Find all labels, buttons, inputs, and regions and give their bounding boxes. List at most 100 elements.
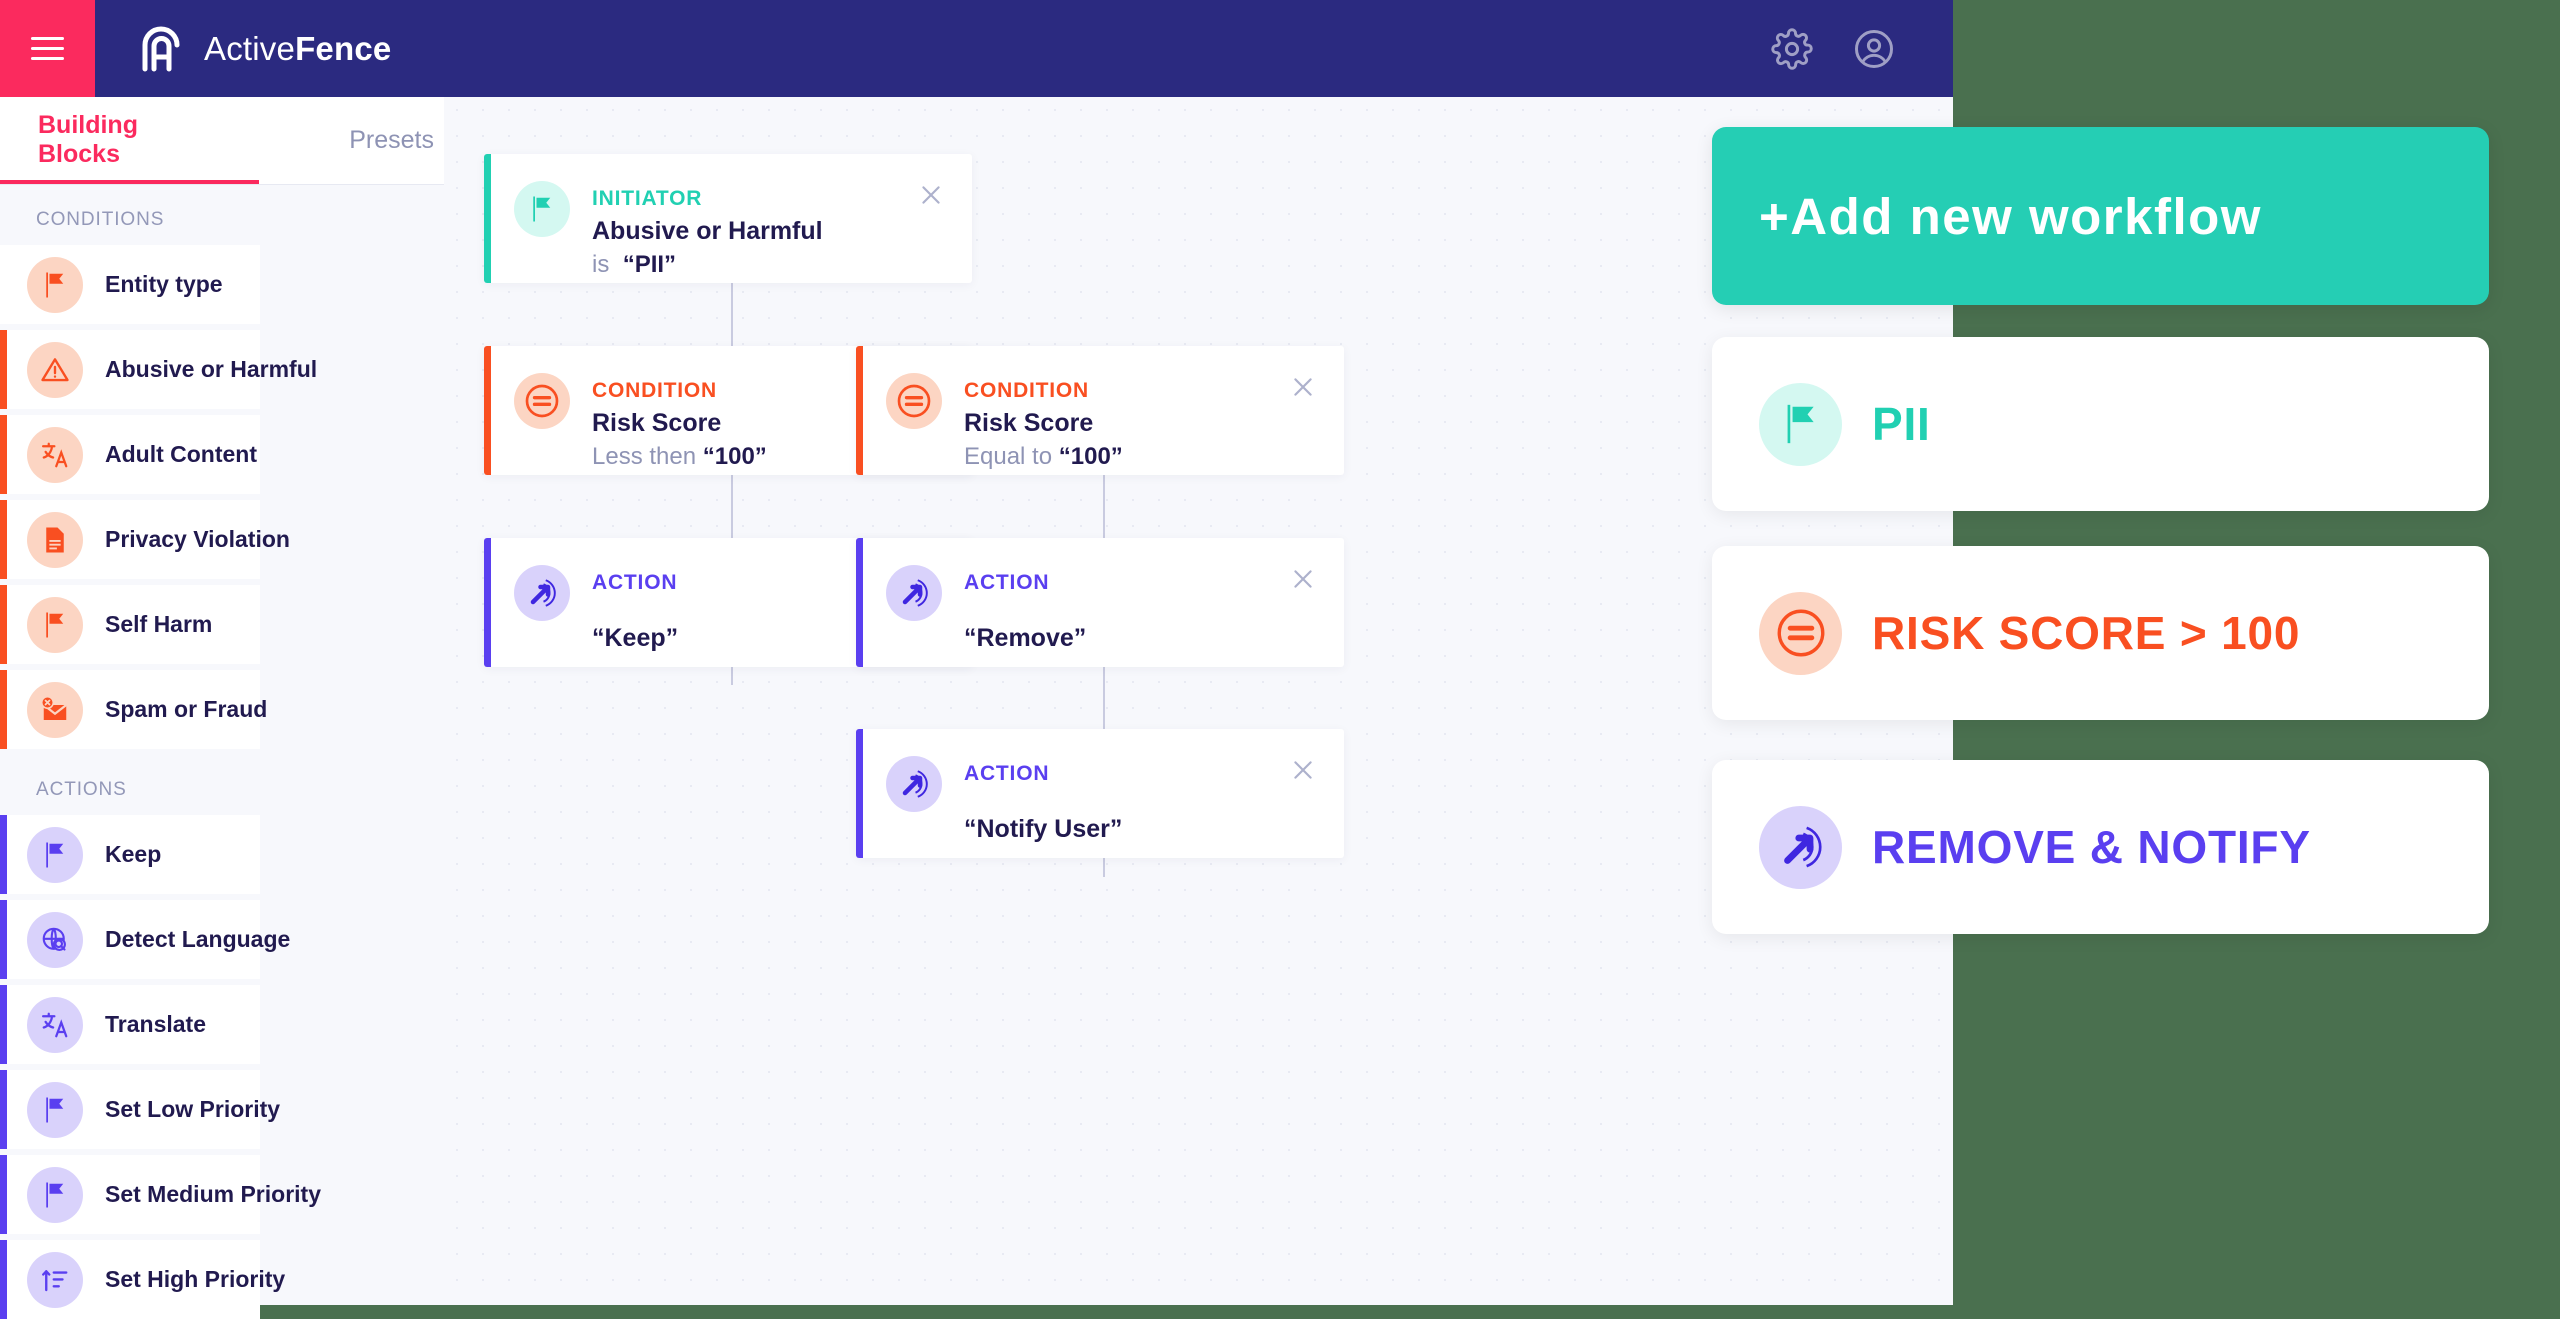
sidebar-item-label: Set High Priority — [105, 1266, 286, 1292]
sidebar-item-set-low-priority[interactable]: Set Low Priority — [0, 1070, 280, 1149]
app-header: ActiveFence — [0, 0, 1953, 97]
translate-icon — [27, 426, 83, 483]
accent-bar — [856, 729, 863, 858]
brand-name-light: Active — [204, 29, 296, 67]
accent-bar — [0, 815, 7, 894]
workflow-card-risk-score[interactable]: RISK SCORE > 100 — [1712, 546, 2489, 720]
node-operator: Less then — [592, 443, 697, 470]
globe-search-icon — [27, 911, 83, 968]
tab-building-blocks[interactable]: Building Blocks — [0, 96, 260, 184]
node-operator: Equal to — [964, 443, 1053, 470]
equals-circle-icon — [886, 373, 942, 429]
node-title: Risk Score — [964, 409, 1094, 437]
add-new-workflow-label: +Add new workflow — [1759, 187, 2262, 245]
sidebar-tabs: Building Blocks Presets — [0, 97, 444, 185]
sidebar-item-translate[interactable]: Translate — [0, 985, 260, 1064]
add-new-workflow-button[interactable]: +Add new workflow — [1712, 127, 2489, 305]
accent-bar — [0, 900, 7, 979]
translate-icon — [27, 996, 83, 1053]
node-initiator[interactable]: INITIATOR Abusive or Harmful is “PII” — [484, 154, 972, 283]
accent-bar — [0, 245, 7, 324]
sidebar-item-label: Set Medium Priority — [105, 1181, 321, 1207]
sidebar-item-detect-language[interactable]: Detect Language — [0, 900, 290, 979]
workflow-card-label: REMOVE & NOTIFY — [1872, 821, 2311, 873]
accent-bar — [856, 346, 863, 475]
accent-bar — [0, 670, 7, 749]
hamburger-icon — [31, 37, 64, 60]
section-label-conditions: CONDITIONS — [0, 185, 260, 245]
accent-bar — [0, 585, 7, 664]
sidebar-item-abusive-or-harmful[interactable]: Abusive or Harmful — [0, 330, 317, 409]
header-actions — [1771, 27, 1895, 70]
node-subtitle: is “PII” — [592, 251, 676, 279]
sidebar-item-adult-content[interactable]: Adult Content — [0, 415, 260, 494]
activefence-logo-icon — [142, 26, 180, 71]
close-icon[interactable] — [918, 182, 944, 208]
equals-circle-icon — [1759, 591, 1842, 675]
gear-icon[interactable] — [1771, 27, 1813, 70]
brand-logo: ActiveFence — [135, 23, 391, 75]
accent-bar — [484, 538, 491, 667]
brand-name-bold: Fence — [295, 29, 392, 67]
close-icon[interactable] — [1290, 757, 1316, 783]
close-icon[interactable] — [1290, 566, 1316, 592]
node-type-label: CONDITION — [964, 379, 1090, 402]
accent-bar — [484, 154, 491, 283]
equals-circle-icon — [514, 373, 570, 429]
node-operator: is — [592, 251, 610, 278]
sidebar-item-label: Set Low Priority — [105, 1096, 281, 1122]
user-account-icon[interactable] — [1853, 28, 1895, 70]
node-action-notify-user[interactable]: ACTION “Notify User” — [856, 729, 1344, 858]
sidebar-item-label: Privacy Violation — [105, 526, 290, 552]
workflow-card-label: RISK SCORE > 100 — [1872, 607, 2301, 659]
sidebar-item-label: Self Harm — [105, 611, 213, 637]
accent-bar — [0, 1070, 7, 1149]
node-value: “100” — [1058, 443, 1123, 470]
node-type-label: ACTION — [592, 571, 678, 594]
accent-bar — [0, 1240, 7, 1319]
flag-icon — [27, 826, 83, 883]
cursor-arrow-icon — [886, 756, 942, 812]
workflow-card-pii[interactable]: PII — [1712, 337, 2489, 511]
workflow-card-remove-notify[interactable]: REMOVE & NOTIFY — [1712, 760, 2489, 934]
flag-icon — [1759, 382, 1842, 466]
app-window: ActiveFence Building Blocks Presets COND… — [0, 0, 1953, 1319]
flag-icon — [514, 181, 570, 237]
node-title: Abusive or Harmful — [592, 217, 823, 245]
priority-sort-icon — [27, 1251, 83, 1308]
accent-bar — [0, 1155, 7, 1234]
workflow-card-label: PII — [1872, 398, 1931, 450]
node-type-label: INITIATOR — [592, 187, 703, 210]
sidebar-item-privacy-violation[interactable]: Privacy Violation — [0, 500, 290, 579]
accent-bar — [856, 538, 863, 667]
sidebar-item-keep[interactable]: Keep — [0, 815, 260, 894]
flag-icon — [27, 256, 83, 313]
sidebar-item-self-harm[interactable]: Self Harm — [0, 585, 260, 664]
node-action-remove[interactable]: ACTION “Remove” — [856, 538, 1344, 667]
node-value: “PII” — [622, 251, 677, 278]
node-value: “Notify User” — [964, 815, 1123, 843]
brand-name: ActiveFence — [204, 30, 391, 68]
node-subtitle: Less then “100” — [592, 443, 767, 471]
sidebar-item-set-medium-priority[interactable]: Set Medium Priority — [0, 1155, 321, 1234]
node-value: “Keep” — [592, 624, 679, 652]
node-condition-equal-to[interactable]: CONDITION Risk Score Equal to “100” — [856, 346, 1344, 475]
accent-bar — [0, 415, 7, 494]
sidebar-item-set-high-priority[interactable]: Set High Priority — [0, 1240, 285, 1319]
tab-presets[interactable]: Presets — [339, 96, 444, 184]
hamburger-menu-button[interactable] — [0, 0, 95, 97]
accent-bar — [484, 346, 491, 475]
cursor-arrow-icon — [886, 565, 942, 621]
warning-triangle-icon — [27, 341, 83, 398]
sidebar-item-spam-or-fraud[interactable]: Spam or Fraud — [0, 670, 267, 749]
cursor-arrow-icon — [514, 565, 570, 621]
accent-bar — [0, 330, 7, 409]
flag-icon — [27, 1166, 83, 1223]
node-type-label: CONDITION — [592, 379, 718, 402]
node-value: “100” — [702, 443, 767, 470]
sidebar-item-label: Translate — [105, 1011, 206, 1037]
accent-bar — [0, 985, 7, 1064]
sidebar: Building Blocks Presets CONDITIONS Entit… — [0, 97, 444, 1319]
sidebar-item-entity-type[interactable]: Entity type — [0, 245, 260, 324]
close-icon[interactable] — [1290, 374, 1316, 400]
